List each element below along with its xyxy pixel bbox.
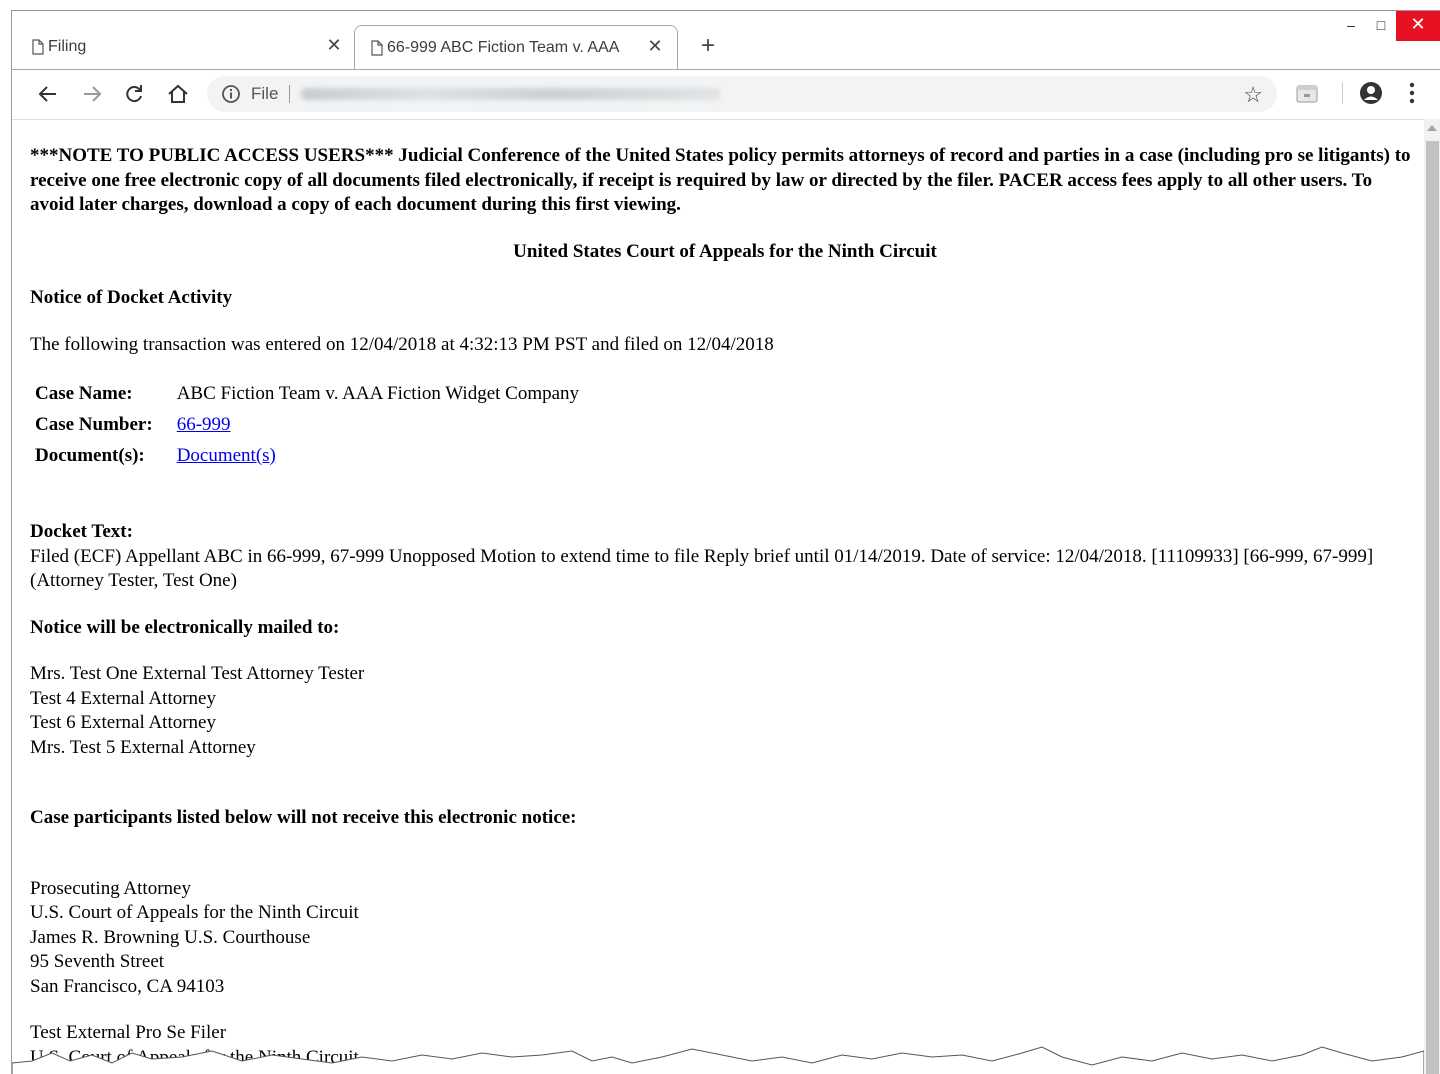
tab-strip-divider (12, 69, 1440, 70)
list-item: Test 6 External Attorney (30, 712, 216, 733)
address-line: 95 Seventh Street (30, 951, 165, 972)
mailed-heading: Notice will be electronically mailed to: (30, 616, 340, 638)
public-access-notice: ***NOTE TO PUBLIC ACCESS USERS*** Judici… (30, 145, 1411, 215)
documents-label: Document(s): (35, 445, 145, 466)
window-controls: – □ ✕ (1336, 11, 1440, 41)
blurred-url (301, 88, 721, 100)
vertical-scrollbar[interactable] (1424, 119, 1440, 1074)
tab-title: Filing (48, 38, 87, 55)
torn-edge (12, 1046, 1424, 1074)
maximize-button[interactable]: □ (1366, 11, 1396, 41)
back-arrow-icon[interactable] (34, 80, 62, 108)
documents-link[interactable]: Document(s) (177, 445, 276, 466)
court-name: United States Court of Appeals for the N… (513, 240, 937, 262)
scroll-up-arrow-icon[interactable] (1427, 125, 1437, 131)
tab-case-66-999[interactable]: 66-999 ABC Fiction Team v. AAA ✕ (354, 25, 678, 69)
case-number-link[interactable]: 66-999 (177, 414, 231, 435)
reload-icon[interactable] (120, 80, 148, 108)
address-bar[interactable]: File ☆ (207, 76, 1277, 112)
list-item: Mrs. Test 5 External Attorney (30, 736, 256, 758)
address-separator (289, 85, 290, 103)
address-line: U.S. Court of Appeals for the Ninth Circ… (30, 902, 359, 923)
toolbar-separator (1342, 82, 1343, 104)
close-window-button[interactable]: ✕ (1396, 11, 1440, 41)
tab-filing[interactable]: Filing ✕ (16, 25, 356, 69)
browser-window: Filing ✕ 66-999 ABC Fiction Team v. AAA … (11, 10, 1440, 1074)
security-label: File (251, 84, 279, 103)
case-name-row: Case Name: ABC Fiction Team v. AAA Ficti… (35, 381, 579, 406)
info-icon[interactable] (221, 84, 241, 104)
notice-title: Notice of Docket Activity (30, 287, 233, 308)
document-icon (32, 39, 44, 55)
address-line: Prosecuting Attorney (30, 877, 191, 899)
address-line: Test External Pro Se Filer (30, 1022, 227, 1043)
docket-text: Filed (ECF) Appellant ABC in 66-999, 67-… (30, 545, 1374, 592)
browser-toolbar: File ☆ (12, 70, 1440, 118)
address-line: James R. Browning U.S. Courthouse (30, 926, 311, 948)
participant-address: Prosecuting Attorney U.S. Court of Appea… (30, 877, 1420, 1000)
address-line: San Francisco, CA 94103 (30, 975, 225, 997)
tab-title: 66-999 ABC Fiction Team v. AAA (387, 38, 620, 56)
close-tab-icon[interactable]: ✕ (645, 36, 665, 56)
case-info-table: Case Name: ABC Fiction Team v. AAA Ficti… (29, 375, 585, 474)
minimize-button[interactable]: – (1336, 11, 1366, 41)
page-viewport: ***NOTE TO PUBLIC ACCESS USERS*** Judici… (12, 119, 1424, 1074)
case-number-label: Case Number: (35, 414, 153, 435)
documents-row: Document(s): Document(s) (35, 443, 579, 468)
page-content: ***NOTE TO PUBLIC ACCESS USERS*** Judici… (30, 144, 1420, 1070)
account-icon[interactable] (1359, 81, 1383, 105)
forward-arrow-icon[interactable] (78, 80, 106, 108)
list-item: Test 4 External Attorney (30, 687, 216, 709)
home-icon[interactable] (164, 80, 192, 108)
document-icon (371, 40, 383, 56)
bookmark-star-icon[interactable]: ☆ (1243, 82, 1263, 108)
list-item: Mrs. Test One External Test Attorney Tes… (30, 663, 365, 684)
case-name-label: Case Name: (35, 383, 133, 404)
case-name-value: ABC Fiction Team v. AAA Fiction Widget C… (176, 383, 580, 404)
new-tab-button[interactable]: + (696, 34, 720, 59)
close-tab-icon[interactable]: ✕ (324, 35, 344, 55)
not-receive-heading: Case participants listed below will not … (30, 807, 577, 828)
transaction-line: The following transaction was entered on… (30, 333, 774, 355)
docket-text-label: Docket Text: (30, 521, 133, 542)
mailed-recipients-list: Mrs. Test One External Test Attorney Tes… (30, 662, 1420, 760)
extension-icon[interactable] (1296, 85, 1318, 103)
case-number-row: Case Number: 66-999 (35, 412, 579, 437)
scroll-thumb[interactable] (1426, 141, 1439, 1074)
tab-strip: Filing ✕ 66-999 ABC Fiction Team v. AAA … (12, 11, 1440, 69)
menu-icon[interactable] (1408, 80, 1416, 106)
